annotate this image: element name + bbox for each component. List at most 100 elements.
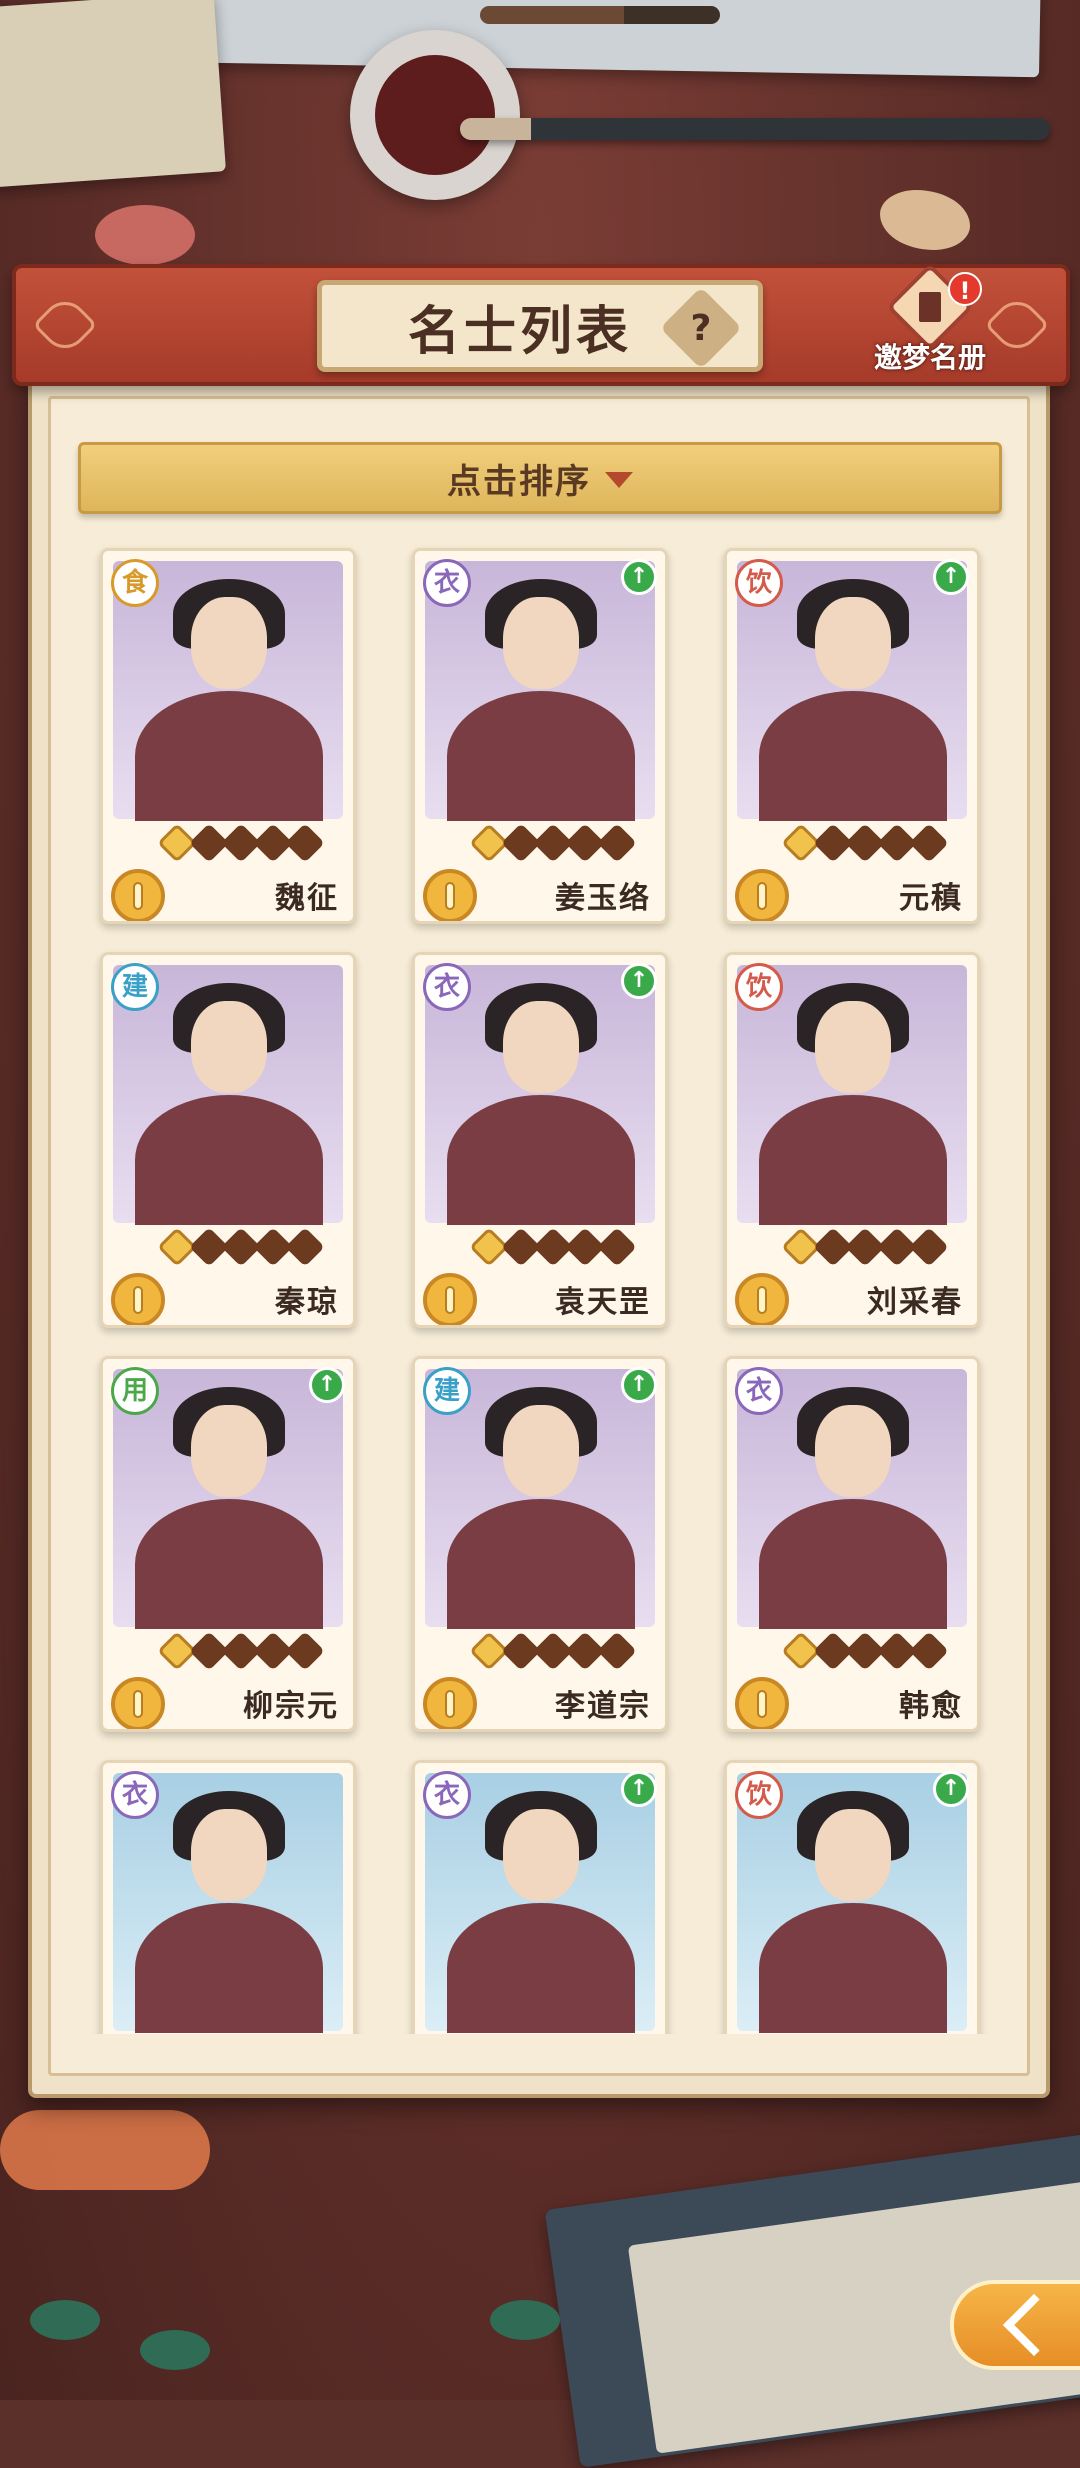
- ornament-icon: [984, 292, 1049, 357]
- decor-tassel: [0, 2110, 210, 2190]
- coin-icon: [735, 869, 789, 923]
- character-name: 魏征: [275, 873, 339, 917]
- character-card[interactable]: 衣: [100, 1760, 356, 2034]
- star-rating: [475, 1233, 631, 1261]
- figure-body: [447, 691, 635, 821]
- character-name: 刘采春: [867, 1277, 963, 1321]
- coin-icon: [111, 869, 165, 923]
- figure-body: [759, 691, 947, 821]
- sort-label: 点击排序: [447, 454, 591, 503]
- character-card[interactable]: 饮↑: [724, 1760, 980, 2034]
- character-card[interactable]: 衣↑: [412, 1760, 668, 2034]
- category-badge: 衣: [423, 963, 471, 1011]
- character-name: 袁天罡: [555, 1277, 651, 1321]
- arrow-up-icon: ↑: [621, 1367, 657, 1403]
- figure-body: [759, 1095, 947, 1225]
- category-badge: 建: [111, 963, 159, 1011]
- coin-icon: [423, 1677, 477, 1731]
- arrow-up-icon: ↑: [621, 1771, 657, 1807]
- character-card[interactable]: 建秦琼: [100, 952, 356, 1328]
- decor-leaf: [30, 2300, 100, 2340]
- page-title: 名士列表: [408, 289, 632, 364]
- sort-button[interactable]: 点击排序: [78, 442, 1002, 514]
- character-name: 姜玉络: [555, 873, 651, 917]
- star-rating: [787, 1637, 943, 1665]
- character-name: 柳宗元: [243, 1681, 339, 1725]
- character-card[interactable]: 衣↑袁天罡: [412, 952, 668, 1328]
- category-badge: 衣: [423, 559, 471, 607]
- character-name: 李道宗: [555, 1681, 651, 1725]
- coin-mark: [757, 882, 767, 910]
- coin-icon: [423, 869, 477, 923]
- coin-icon: [111, 1273, 165, 1327]
- star-icon: [285, 823, 325, 863]
- star-rating: [475, 1637, 631, 1665]
- category-badge: 饮: [735, 559, 783, 607]
- figure-body: [135, 1095, 323, 1225]
- question-icon: ?: [691, 307, 712, 348]
- coin-mark: [133, 1286, 143, 1314]
- figure-body: [759, 1499, 947, 1629]
- coin-mark: [757, 1690, 767, 1718]
- triangle-down-icon: [605, 472, 633, 488]
- figure-body: [135, 1903, 323, 2033]
- coin-mark: [133, 882, 143, 910]
- star-icon: [285, 1227, 325, 1267]
- decor-book: [0, 0, 226, 189]
- help-button[interactable]: ?: [660, 287, 742, 369]
- figure-body: [135, 691, 323, 821]
- category-badge: 建: [423, 1367, 471, 1415]
- category-badge: 食: [111, 559, 159, 607]
- decor-brush: [460, 118, 1050, 140]
- figure-head: [503, 1405, 579, 1497]
- arrow-up-icon: ↑: [933, 559, 969, 595]
- star-rating: [163, 1637, 319, 1665]
- figure-head: [191, 1001, 267, 1093]
- star-icon: [597, 1227, 637, 1267]
- character-card[interactable]: 衣 ↑ 姜玉络: [412, 548, 668, 924]
- figure-head: [191, 597, 267, 689]
- figure-head: [503, 1001, 579, 1093]
- decor-brush: [480, 6, 720, 24]
- figure-body: [447, 1095, 635, 1225]
- back-button[interactable]: [950, 2280, 1080, 2370]
- coin-icon: [735, 1273, 789, 1327]
- coin-mark: [445, 1690, 455, 1718]
- arrow-up-icon: ↑: [933, 1771, 969, 1807]
- figure-body: [447, 1903, 635, 2033]
- category-badge: 用: [111, 1367, 159, 1415]
- character-card[interactable]: 饮↑元稹: [724, 548, 980, 924]
- figure-body: [135, 1499, 323, 1629]
- category-badge: 衣: [423, 1771, 471, 1819]
- notification-badge: !: [948, 272, 982, 306]
- figure-head: [191, 1809, 267, 1901]
- character-card[interactable]: 食魏征: [100, 548, 356, 924]
- dream-roster-button[interactable]: ! 邀梦名册: [870, 270, 990, 380]
- ornament-icon: [32, 292, 97, 357]
- character-card[interactable]: 建 ↑ 李道宗: [412, 1356, 668, 1732]
- character-name: 韩愈: [899, 1681, 963, 1725]
- coin-mark: [133, 1690, 143, 1718]
- decor-inkstone: [350, 30, 520, 200]
- figure-body: [447, 1499, 635, 1629]
- category-badge: 衣: [735, 1367, 783, 1415]
- character-card[interactable]: 衣韩愈: [724, 1356, 980, 1732]
- character-card[interactable]: 饮刘采春: [724, 952, 980, 1328]
- star-rating: [163, 829, 319, 857]
- star-icon: [909, 1227, 949, 1267]
- coin-icon: [111, 1677, 165, 1731]
- arrow-up-icon: ↑: [621, 559, 657, 595]
- star-rating: [787, 1233, 943, 1261]
- category-badge: 饮: [735, 963, 783, 1011]
- star-icon: [909, 1631, 949, 1671]
- dream-roster-label: 邀梦名册: [870, 336, 990, 376]
- figure-head: [815, 597, 891, 689]
- coin-mark: [445, 1286, 455, 1314]
- character-name: 秦琼: [275, 1277, 339, 1321]
- character-grid: 食魏征衣↑姜玉络饮↑元稹建秦琼衣↑袁天罡饮刘采春用↑柳宗元建↑李道宗衣韩愈衣衣↑…: [78, 530, 1002, 2034]
- coin-icon: [423, 1273, 477, 1327]
- decor-leaf: [140, 2330, 210, 2370]
- back-arrow-icon: [1003, 2294, 1065, 2356]
- character-card[interactable]: 用↑柳宗元: [100, 1356, 356, 1732]
- star-rating: [787, 829, 943, 857]
